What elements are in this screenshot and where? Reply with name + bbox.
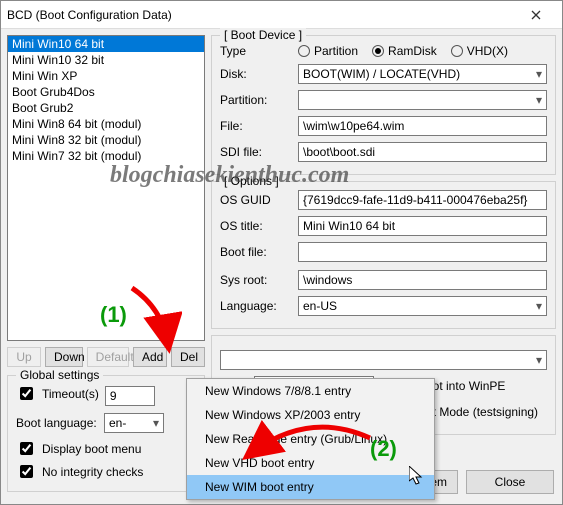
display-boot-menu-label: Display boot menu [42, 442, 141, 456]
list-item[interactable]: Mini Win8 32 bit (modul) [8, 132, 204, 148]
ctx-new-windows-xp-2003[interactable]: New Windows XP/2003 entry [187, 403, 434, 427]
sdi-label: SDI file: [220, 145, 292, 159]
disk-dropdown[interactable]: BOOT(WIM) / LOCATE(VHD)▾ [298, 64, 547, 84]
window-title: BCD (Boot Configuration Data) [7, 8, 516, 22]
timeout-checkbox[interactable] [20, 387, 33, 400]
file-label: File: [220, 119, 292, 133]
options-title: [ Options ] [220, 174, 283, 188]
down-button[interactable]: Down [45, 347, 83, 367]
list-item[interactable]: Mini Win XP [8, 68, 204, 84]
ostitle-label: OS title: [220, 219, 292, 233]
ctx-new-windows-7-8-81[interactable]: New Windows 7/8/8.1 entry [187, 379, 434, 403]
guid-label: OS GUID [220, 193, 292, 207]
type-ramdisk-radio[interactable]: RamDisk [372, 44, 437, 58]
up-button[interactable]: Up [7, 347, 41, 367]
ostitle-input[interactable] [298, 216, 547, 236]
file-input[interactable] [298, 116, 547, 136]
add-button[interactable]: Add [133, 347, 167, 367]
partition-dropdown[interactable]: ▾ [298, 90, 547, 110]
timeout-input[interactable] [105, 386, 155, 406]
ctx-new-vhd[interactable]: New VHD boot entry [187, 451, 434, 475]
sysroot-label: Sys root: [220, 273, 292, 287]
options2-dropdown[interactable]: ▾ [220, 350, 547, 370]
ctx-new-realmode[interactable]: New RealMode entry (Grub/Linux) [187, 427, 434, 451]
list-item[interactable]: Mini Win10 32 bit [8, 52, 204, 68]
sysroot-input[interactable] [298, 270, 547, 290]
list-item[interactable]: Boot Grub4Dos [8, 84, 204, 100]
bootfile-label: Boot file: [220, 245, 292, 259]
titlebar: BCD (Boot Configuration Data) [1, 1, 562, 29]
boot-entries-list[interactable]: Mini Win10 64 bit Mini Win10 32 bit Mini… [7, 35, 205, 341]
partition-label: Partition: [220, 93, 292, 107]
default-button[interactable]: Default [87, 347, 129, 367]
boot-language-dropdown[interactable]: en-▾ [104, 413, 164, 433]
close-button[interactable]: Close [466, 470, 554, 494]
type-partition-radio[interactable]: Partition [298, 44, 358, 58]
list-item[interactable]: Boot Grub2 [8, 100, 204, 116]
display-boot-menu-checkbox[interactable] [20, 442, 33, 455]
disk-label: Disk: [220, 67, 292, 81]
guid-input[interactable] [298, 190, 547, 210]
type-label: Type [220, 44, 292, 58]
sdi-input[interactable] [298, 142, 547, 162]
del-button[interactable]: Del [171, 347, 205, 367]
list-item[interactable]: Mini Win8 64 bit (modul) [8, 116, 204, 132]
list-item[interactable]: Mini Win10 64 bit [8, 36, 204, 52]
boot-device-title: [ Boot Device ] [220, 28, 306, 42]
list-item[interactable]: Mini Win7 32 bit (modul) [8, 148, 204, 164]
ctx-new-wim[interactable]: New WIM boot entry [187, 475, 434, 499]
type-vhdx-radio[interactable]: VHD(X) [451, 44, 508, 58]
close-window-button[interactable] [516, 2, 556, 28]
language-label: Language: [220, 299, 292, 313]
no-integrity-checkbox[interactable] [20, 465, 33, 478]
timeout-label: Timeout(s) [42, 387, 99, 401]
no-integrity-label: No integrity checks [42, 465, 143, 479]
global-settings-title: Global settings [16, 368, 103, 382]
language-dropdown[interactable]: en-US▾ [298, 296, 547, 316]
boot-language-label: Boot language: [16, 416, 98, 430]
bootfile-input[interactable] [298, 242, 547, 262]
add-context-menu[interactable]: New Windows 7/8/8.1 entry New Windows XP… [186, 378, 435, 500]
